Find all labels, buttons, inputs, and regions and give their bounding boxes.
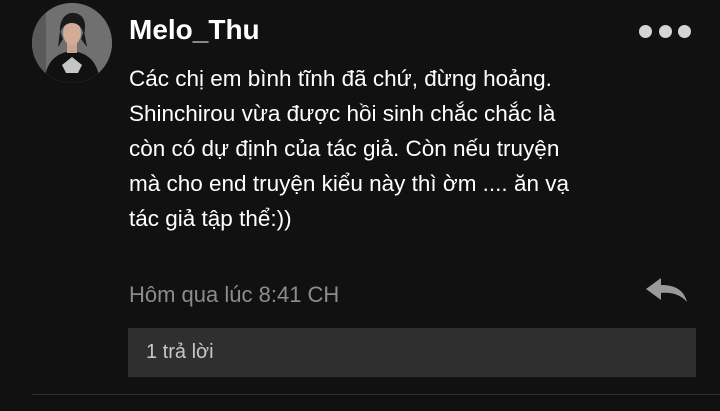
comment-line: mà cho end truyện kiểu này thì ờm .... ă… xyxy=(129,171,569,196)
replies-count-label: 1 trả lời xyxy=(146,341,214,363)
divider xyxy=(32,394,720,395)
comment-line: Các chị em bình tĩnh đã chứ, đừng hoảng. xyxy=(129,66,552,91)
avatar[interactable] xyxy=(32,3,112,83)
reply-arrow-icon[interactable] xyxy=(644,277,688,303)
more-dot xyxy=(639,24,652,38)
comment-timestamp: Hôm qua lúc 8:41 CH xyxy=(129,282,340,307)
more-dot xyxy=(658,24,672,38)
comment-line: Shinchirou vừa được hồi sinh chắc chắc l… xyxy=(129,101,556,126)
comment-line: còn có dự định của tác giả. Còn nếu truy… xyxy=(129,136,560,161)
comment-line: tác giả tập thể:)) xyxy=(129,206,292,231)
author-name[interactable]: Melo_Thu xyxy=(129,14,260,46)
comment-body: Các chị em bình tĩnh đã chứ, đừng hoảng.… xyxy=(129,61,699,236)
avatar-image xyxy=(32,3,112,83)
more-dot xyxy=(678,24,691,38)
more-options-icon[interactable] xyxy=(639,20,691,42)
comment-card: Melo_Thu Các chị em bình tĩnh đã chứ, đừ… xyxy=(0,0,720,411)
view-replies-button[interactable]: 1 trả lời xyxy=(128,328,696,377)
